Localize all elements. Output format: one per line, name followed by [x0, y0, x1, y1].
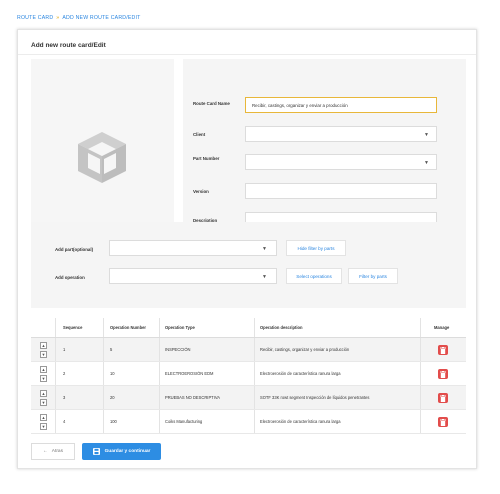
move-down-icon[interactable]: ▼ — [40, 375, 47, 382]
trash-icon — [440, 394, 446, 402]
part-number-label: Part Number — [193, 156, 220, 161]
delete-button[interactable] — [438, 417, 448, 427]
chevron-down-icon: ▼ — [262, 274, 267, 280]
table-row: ▲ ▼ 2 10 ELECTROEROSIÓN EDM Electroerosió… — [31, 362, 466, 386]
client-label: Client — [193, 132, 206, 137]
reorder-controls: ▲ ▼ — [40, 414, 47, 432]
header-operation-description: Operation description — [260, 325, 303, 330]
cell-operation-type: ELECTROEROSIÓN EDM — [165, 371, 214, 376]
cell-operation-number: 10 — [110, 371, 115, 376]
hide-filter-by-parts-button[interactable]: Hide filter by parts — [286, 240, 346, 256]
cell-sequence: 4 — [63, 419, 66, 424]
breadcrumb-separator: » — [56, 15, 60, 21]
title-divider — [18, 54, 476, 55]
breadcrumb: ROUTE CARD» ADD NEW ROUTE CARD/EDIT — [17, 15, 140, 21]
version-label: Version — [193, 189, 209, 194]
cell-operation-number: 5 — [110, 347, 113, 352]
page-title: Add new route card/Edit — [31, 42, 106, 49]
delete-button[interactable] — [438, 345, 448, 355]
trash-icon — [440, 346, 446, 354]
route-card-name-value: Recibir, castings, organizar y enviar a … — [252, 102, 348, 108]
reorder-controls: ▲ ▼ — [40, 390, 47, 408]
route-card-name-label: Route Card Name — [193, 101, 230, 106]
breadcrumb-route-card[interactable]: ROUTE CARD — [17, 15, 53, 21]
select-operations-button[interactable]: Select operations — [286, 268, 342, 284]
chevron-down-icon: ▼ — [424, 132, 429, 138]
table-row: ▲ ▼ 4 100 Coiks Manufacturing Electroeros… — [31, 410, 466, 434]
save-label: Guardar y continuar — [104, 449, 151, 454]
cell-operation-description: SOTF 33K rowt segment Inspección de líqu… — [260, 395, 370, 400]
version-input[interactable] — [245, 183, 437, 199]
route-card-form: Route Card Name Recibir, castings, organ… — [183, 59, 466, 243]
reorder-controls: ▲ ▼ — [40, 342, 47, 360]
cell-operation-number: 20 — [110, 395, 115, 400]
route-card-panel: Add new route card/Edit Route Card Name … — [17, 29, 477, 469]
header-manage: Manage — [434, 325, 450, 330]
move-up-icon[interactable]: ▲ — [40, 342, 47, 349]
move-down-icon[interactable]: ▼ — [40, 351, 47, 358]
add-part-label: Add part(optional) — [55, 247, 94, 252]
back-label: Atras — [51, 449, 63, 454]
header-sequence: Sequence — [63, 325, 83, 330]
move-up-icon[interactable]: ▲ — [40, 390, 47, 397]
move-down-icon[interactable]: ▼ — [40, 423, 47, 430]
chevron-down-icon: ▼ — [262, 246, 267, 252]
table-row: ▲ ▼ 1 5 INSPECCIÓN Recibir, castings, org… — [31, 338, 466, 362]
reorder-controls: ▲ ▼ — [40, 366, 47, 384]
trash-icon — [440, 370, 446, 378]
move-up-icon[interactable]: ▲ — [40, 414, 47, 421]
cell-sequence: 3 — [63, 395, 66, 400]
operations-table: Sequence Operation Number Operation Type… — [31, 318, 466, 434]
cell-operation-type: Coiks Manufacturing — [165, 419, 203, 424]
add-part-select[interactable]: ▼ — [109, 240, 277, 256]
filter-panel: Add part(optional) ▼ Hide filter by part… — [31, 222, 466, 308]
move-down-icon[interactable]: ▼ — [40, 399, 47, 406]
image-placeholder[interactable] — [31, 59, 174, 243]
back-button[interactable]: ← Atras — [31, 443, 75, 460]
table-header: Sequence Operation Number Operation Type… — [31, 318, 466, 338]
cell-operation-number: 100 — [110, 419, 117, 424]
client-select[interactable]: ▼ — [245, 126, 437, 142]
filter-by-parts-button[interactable]: Filter by parts — [348, 268, 398, 284]
arrow-left-icon: ← — [43, 449, 48, 454]
save-continue-button[interactable]: Guardar y continuar — [82, 443, 161, 460]
part-number-select[interactable]: ▼ — [245, 154, 437, 170]
floppy-icon — [92, 448, 100, 455]
cell-operation-description: Electroerosión de característica ranura … — [260, 419, 341, 424]
delete-button[interactable] — [438, 369, 448, 379]
add-operation-select[interactable]: ▼ — [109, 268, 277, 284]
header-operation-number: Operation Number — [110, 325, 146, 330]
route-card-name-input[interactable]: Recibir, castings, organizar y enviar a … — [245, 97, 437, 113]
cell-operation-type: INSPECCIÓN — [165, 347, 191, 352]
cell-operation-description: Recibir, castings, organizar y enviar a … — [260, 347, 350, 352]
table-row: ▲ ▼ 3 20 PRUEBAS NO DESCRIPTIVA SOTF 33K … — [31, 386, 466, 410]
cell-operation-type: PRUEBAS NO DESCRIPTIVA — [165, 395, 220, 400]
cube-icon — [78, 132, 126, 183]
header-operation-type: Operation Type — [165, 325, 195, 330]
cell-sequence: 1 — [63, 347, 66, 352]
add-operation-label: Add operation — [55, 275, 85, 280]
delete-button[interactable] — [438, 393, 448, 403]
breadcrumb-add-new[interactable]: ADD NEW ROUTE CARD/EDIT — [62, 15, 140, 21]
chevron-down-icon: ▼ — [424, 160, 429, 166]
cell-sequence: 2 — [63, 371, 66, 376]
move-up-icon[interactable]: ▲ — [40, 366, 47, 373]
cell-operation-description: Electroerosión de característica ranura … — [260, 371, 341, 376]
trash-icon — [440, 418, 446, 426]
